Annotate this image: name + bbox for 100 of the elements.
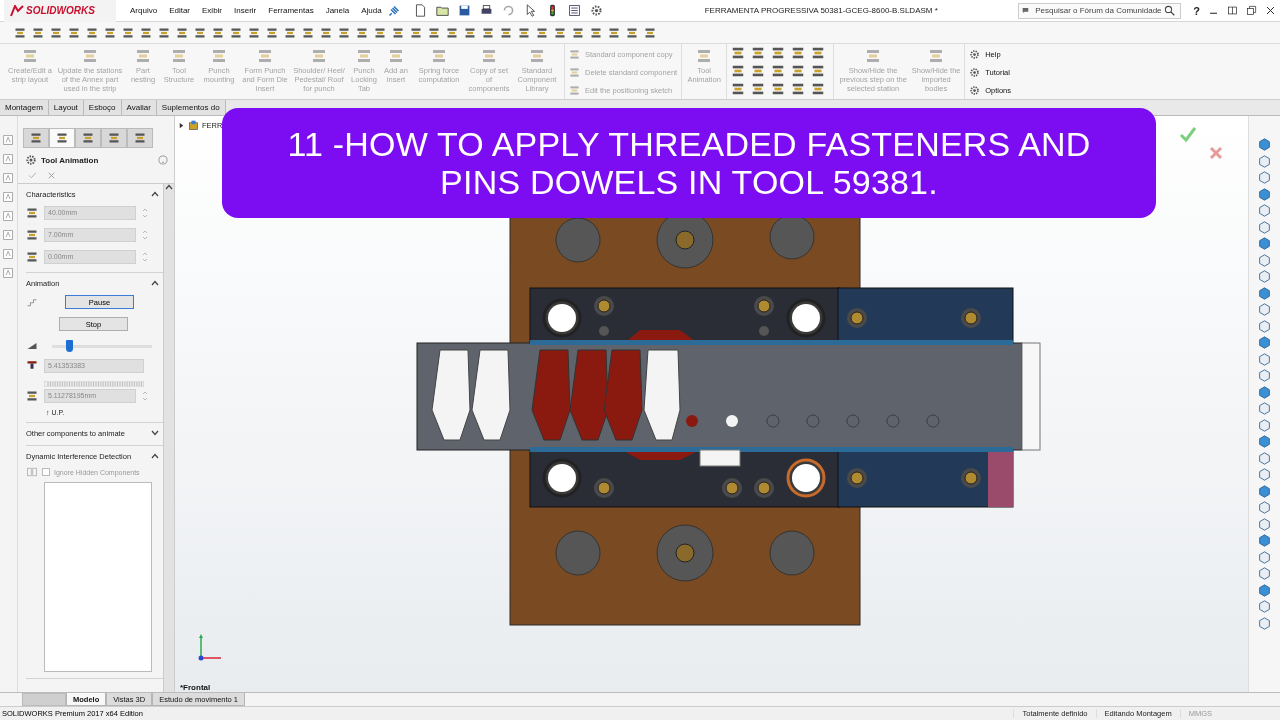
menu-item[interactable]: Janela (319, 6, 356, 15)
cube-icon[interactable] (1258, 220, 1271, 234)
stacked-plates-icon[interactable] (158, 26, 170, 39)
cube-icon[interactable] (1258, 352, 1271, 366)
stacked-plates-icon[interactable] (374, 26, 386, 39)
stacked-plates-icon[interactable] (410, 26, 422, 39)
cube-icon[interactable] (1258, 154, 1271, 168)
stacked-plates-icon[interactable] (302, 26, 314, 39)
search-field[interactable]: Pesquisar o Fórum da Comunidade (1018, 2, 1182, 19)
menu-item[interactable]: Exibir (196, 6, 229, 15)
cube-icon[interactable] (1258, 451, 1271, 465)
panel-tab[interactable] (127, 128, 153, 148)
stacked-plates-icon[interactable] (751, 64, 766, 78)
stacked-plates-icon[interactable] (791, 64, 806, 78)
cube-icon[interactable] (1258, 204, 1271, 217)
cube-icon[interactable] (1258, 187, 1271, 201)
folder-icon[interactable] (435, 4, 449, 17)
cube-icon[interactable] (1258, 616, 1271, 630)
cube-icon[interactable] (1258, 583, 1271, 597)
printer-icon[interactable] (479, 4, 493, 17)
stacked-plates-icon[interactable] (771, 46, 786, 60)
stacked-plates-icon[interactable] (212, 26, 224, 39)
cube-icon[interactable] (1258, 138, 1271, 151)
cube-icon[interactable] (1258, 270, 1271, 283)
cube-icon[interactable] (1258, 600, 1271, 613)
chevron-up-icon[interactable] (151, 453, 159, 459)
stacked-plates-icon[interactable] (194, 26, 206, 39)
close-icon[interactable] (1265, 5, 1276, 16)
pin-icon[interactable] (387, 4, 400, 17)
stacked-plates-icon[interactable] (140, 26, 152, 39)
cube-icon[interactable] (1258, 319, 1271, 333)
stacked-plates-icon[interactable] (811, 64, 826, 78)
cube-icon[interactable] (1258, 336, 1271, 349)
stacked-plates-icon[interactable] (248, 26, 260, 39)
restore-icon[interactable] (1246, 5, 1257, 16)
command-tab[interactable]: Avaliar (121, 100, 157, 115)
stacked-plates-icon[interactable] (50, 26, 62, 39)
panel-tab[interactable] (101, 128, 127, 148)
chevron-up-icon[interactable] (165, 184, 173, 190)
stacked-plates-icon[interactable] (536, 26, 548, 39)
stacked-plates-icon[interactable] (32, 26, 44, 39)
chevron-down-icon[interactable] (151, 430, 159, 436)
stacked-plates-icon[interactable] (771, 64, 786, 78)
chevron-up-icon[interactable] (151, 191, 159, 197)
stacked-plates-icon[interactable] (68, 26, 80, 39)
menu-item[interactable]: Arquivo (124, 6, 164, 15)
stacked-plates-icon[interactable] (608, 26, 620, 39)
stacked-plates-icon[interactable] (644, 26, 656, 39)
panel-tab[interactable] (23, 128, 49, 148)
cube-icon[interactable] (1258, 517, 1271, 531)
stacked-plates-icon[interactable] (356, 26, 368, 39)
stacked-plates-icon[interactable] (731, 64, 746, 78)
cube-icon[interactable] (1258, 418, 1271, 432)
save-icon[interactable] (457, 4, 471, 17)
command-tab[interactable]: Suplementos do (156, 100, 226, 115)
command-tab[interactable]: Montagem (0, 100, 49, 115)
list-icon[interactable] (567, 4, 581, 17)
stacked-plates-icon[interactable] (518, 26, 530, 39)
stacked-plates-icon[interactable] (811, 46, 826, 60)
cube-icon[interactable] (1258, 402, 1271, 415)
stacked-plates-icon[interactable] (86, 26, 98, 39)
tile-windows-icon[interactable] (1227, 5, 1238, 16)
cube-icon[interactable] (1258, 253, 1271, 267)
slider-thumb[interactable] (66, 339, 73, 352)
panel-tab[interactable] (75, 128, 101, 148)
stacked-plates-icon[interactable] (464, 26, 476, 39)
cube-icon[interactable] (1258, 484, 1271, 498)
cube-icon[interactable] (1258, 468, 1271, 481)
stacked-plates-icon[interactable] (500, 26, 512, 39)
cube-icon[interactable] (1258, 303, 1271, 316)
menu-item[interactable]: Ajuda (355, 6, 388, 15)
chevron-up-icon[interactable] (151, 280, 159, 286)
menu-item[interactable]: Ferramentas (262, 6, 320, 15)
panel-tab[interactable] (49, 128, 75, 148)
checkbox[interactable] (42, 468, 50, 476)
cube-icon[interactable] (1258, 435, 1271, 448)
stacked-plates-icon[interactable] (791, 46, 806, 60)
stacked-plates-icon[interactable] (284, 26, 296, 39)
stacked-plates-icon[interactable] (122, 26, 134, 39)
stacked-plates-icon[interactable] (590, 26, 602, 39)
stacked-plates-icon[interactable] (731, 82, 746, 96)
stacked-plates-icon[interactable] (428, 26, 440, 39)
stacked-plates-icon[interactable] (626, 26, 638, 39)
cube-icon[interactable] (1258, 237, 1271, 250)
cube-icon[interactable] (1258, 501, 1271, 514)
stacked-plates-icon[interactable] (338, 26, 350, 39)
stacked-plates-icon[interactable] (751, 46, 766, 60)
cube-icon[interactable] (1258, 171, 1271, 184)
cube-icon[interactable] (1258, 550, 1271, 564)
stacked-plates-icon[interactable] (176, 26, 188, 39)
checkmark-icon[interactable] (28, 171, 37, 180)
stacked-plates-icon[interactable] (482, 26, 494, 39)
stacked-plates-icon[interactable] (392, 26, 404, 39)
stacked-plates-icon[interactable] (14, 26, 26, 39)
cube-icon[interactable] (1258, 369, 1271, 382)
stacked-plates-icon[interactable] (554, 26, 566, 39)
command-tab[interactable]: Layout (48, 100, 84, 115)
help-menu[interactable]: ? (1193, 4, 1200, 17)
stacked-plates-icon[interactable] (446, 26, 458, 39)
stacked-plates-icon[interactable] (572, 26, 584, 39)
